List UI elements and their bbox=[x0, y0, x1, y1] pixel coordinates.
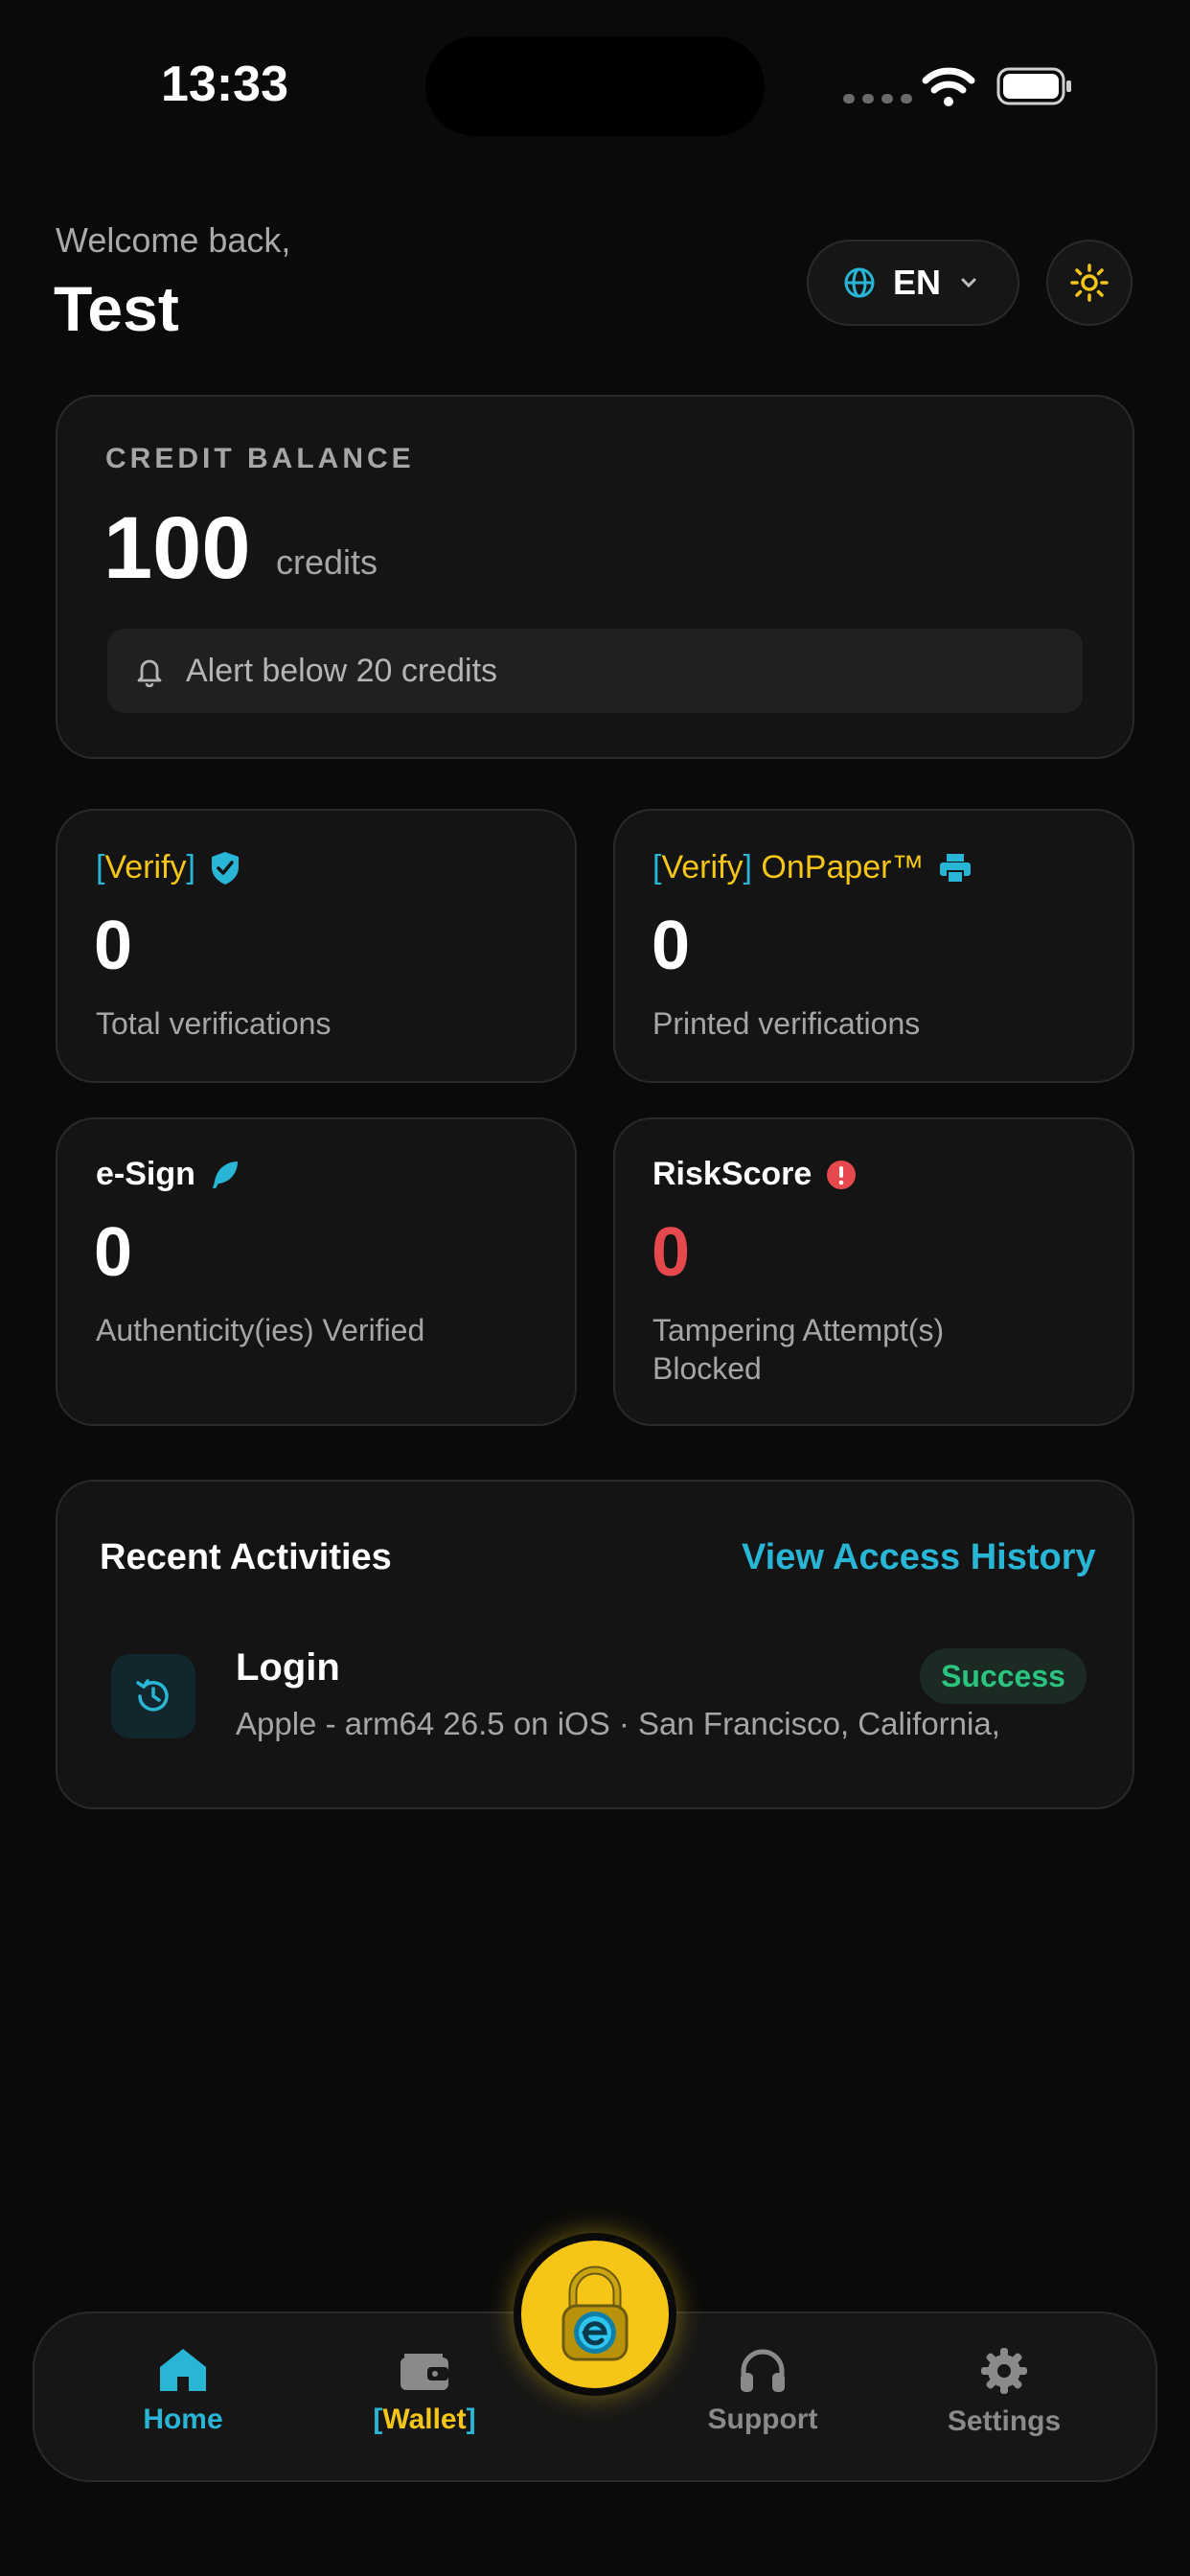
stat-title-onpaper: [Verify] OnPaper™ bbox=[652, 849, 973, 886]
wifi-icon bbox=[922, 67, 975, 106]
tab-home[interactable]: Home bbox=[87, 2346, 279, 2436]
language-selector[interactable]: EN bbox=[807, 240, 1019, 326]
bell-icon bbox=[137, 659, 162, 687]
chevron-down-icon bbox=[961, 278, 976, 288]
headphones-icon bbox=[741, 2349, 785, 2392]
tab-wallet[interactable]: [Wallet] bbox=[329, 2346, 520, 2436]
stat-title-riskscore: RiskScore bbox=[652, 1156, 858, 1193]
cellular-signal-icon bbox=[843, 94, 912, 104]
status-badge: Success bbox=[920, 1648, 1087, 1704]
credit-balance-label: CREDIT BALANCE bbox=[105, 443, 415, 474]
sun-icon bbox=[1070, 264, 1109, 302]
credit-balance-value: 100 bbox=[103, 499, 251, 597]
status-time: 13:33 bbox=[161, 57, 288, 112]
language-code: EN bbox=[893, 263, 942, 302]
credit-balance-unit: credits bbox=[276, 542, 378, 582]
feather-icon bbox=[212, 1161, 238, 1188]
wallet-icon bbox=[400, 2354, 448, 2390]
gear-icon bbox=[981, 2348, 1027, 2394]
recent-activities-card bbox=[56, 1480, 1134, 1809]
stat-desc-onpaper: Printed verifications bbox=[652, 1006, 921, 1041]
stat-value-verify: 0 bbox=[94, 908, 133, 984]
stat-title-verify: [Verify] bbox=[96, 849, 241, 886]
theme-toggle-button[interactable] bbox=[1046, 240, 1133, 326]
stat-value-riskscore: 0 bbox=[652, 1214, 691, 1291]
stat-desc-verify: Total verifications bbox=[96, 1006, 332, 1041]
globe-icon bbox=[844, 267, 875, 298]
activity-name: Login bbox=[236, 1646, 340, 1689]
stat-value-onpaper: 0 bbox=[652, 908, 691, 984]
battery-icon bbox=[996, 67, 1071, 105]
home-icon bbox=[160, 2349, 206, 2391]
stat-desc-esign: Authenticity(ies) Verified bbox=[96, 1313, 425, 1347]
lock-e-logo-icon bbox=[561, 2266, 629, 2361]
alert-circle-icon bbox=[827, 1160, 857, 1189]
shield-check-icon bbox=[211, 851, 239, 885]
tab-settings[interactable]: Settings bbox=[908, 2346, 1100, 2438]
user-name: Test bbox=[54, 273, 179, 344]
dynamic-island bbox=[425, 36, 765, 136]
recent-activities-title: Recent Activities bbox=[100, 1537, 392, 1577]
tab-support[interactable]: Support bbox=[667, 2346, 858, 2436]
welcome-text: Welcome back, bbox=[56, 220, 291, 260]
history-icon bbox=[111, 1654, 195, 1738]
printer-icon bbox=[939, 853, 971, 883]
activity-meta: Apple - arm64 26.5 on iOS · San Francisc… bbox=[236, 1706, 1000, 1741]
alert-text: Alert below 20 credits bbox=[186, 652, 498, 689]
low-credit-alert-button[interactable]: Alert below 20 credits bbox=[107, 629, 1083, 713]
stat-desc-riskscore: Tampering Attempt(s) Blocked bbox=[652, 1313, 945, 1386]
center-lock-button[interactable] bbox=[514, 2233, 676, 2396]
view-access-history-link[interactable]: View Access History bbox=[742, 1537, 1096, 1578]
stat-title-esign: e-Sign bbox=[96, 1156, 241, 1193]
stat-value-esign: 0 bbox=[94, 1214, 133, 1291]
